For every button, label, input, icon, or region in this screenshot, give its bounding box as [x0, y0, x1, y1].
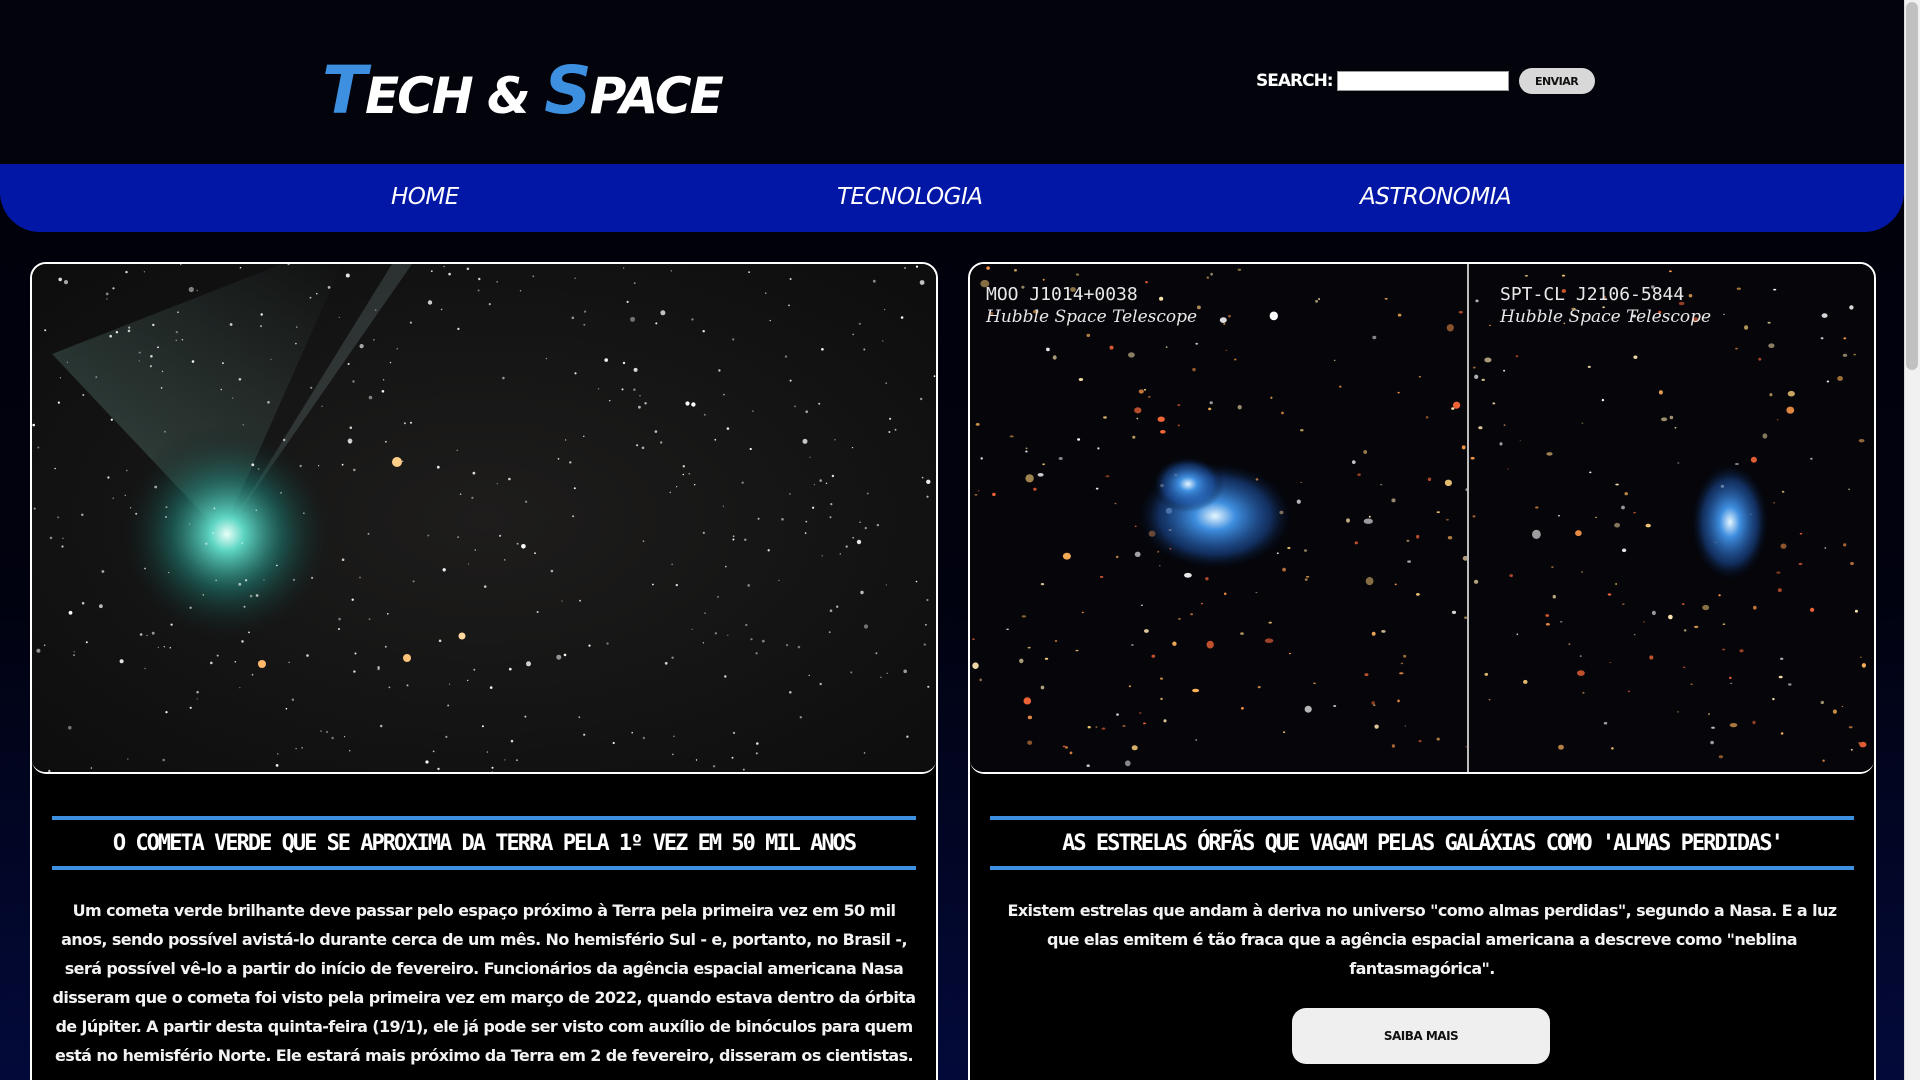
article-title[interactable]: O COMETA VERDE QUE SE APROXIMA DA TERRA …: [113, 831, 857, 856]
article-card-orphan-stars: MOO J1014+0038 Hubble Space Telescope SP…: [968, 262, 1876, 1080]
panel-cluster-name: MOO J1014+0038: [986, 284, 1138, 305]
nav-item-home[interactable]: HOME: [391, 184, 459, 210]
panel-label-left: MOO J1014+0038 Hubble Space Telescope: [986, 284, 1197, 328]
site-header: TECH & SPACE SEARCH: ENVIAR: [0, 0, 1904, 164]
logo-initial-s: S: [544, 52, 592, 129]
panel-telescope-name: Hubble Space Telescope: [986, 307, 1198, 327]
saiba-mais-button[interactable]: SAIBA MAIS: [1292, 1008, 1550, 1064]
site-logo[interactable]: TECH & SPACE: [322, 52, 724, 129]
panel-telescope-name: Hubble Space Telescope: [1500, 307, 1712, 327]
main-nav: HOME TECNOLOGIA ASTRONOMIA: [0, 164, 1904, 232]
article-card-comet: O COMETA VERDE QUE SE APROXIMA DA TERRA …: [30, 262, 938, 1080]
article-body: Um cometa verde brilhante deve passar pe…: [52, 901, 917, 1065]
scrollbar-thumb[interactable]: [1906, 2, 1918, 370]
article-body: Existem estrelas que andam à deriva no u…: [1007, 901, 1838, 978]
search-label: SEARCH:: [1256, 71, 1334, 91]
logo-initial-t: T: [322, 52, 367, 129]
page-scrollbar[interactable]: [1904, 0, 1920, 1080]
search-input[interactable]: [1336, 71, 1509, 91]
comet-image[interactable]: [32, 264, 936, 774]
search-form: SEARCH: ENVIAR: [1256, 68, 1595, 94]
article-title-bar: AS ESTRELAS ÓRFÃS QUE VAGAM PELAS GALÁXI…: [990, 816, 1854, 870]
article-title-bar: O COMETA VERDE QUE SE APROXIMA DA TERRA …: [52, 816, 916, 870]
article-title[interactable]: AS ESTRELAS ÓRFÃS QUE VAGAM PELAS GALÁXI…: [1062, 831, 1784, 856]
nav-item-tecnologia[interactable]: TECNOLOGIA: [837, 184, 983, 210]
logo-text-space: PACE: [589, 67, 724, 125]
nav-item-astronomia[interactable]: ASTRONOMIA: [1360, 184, 1512, 210]
logo-text-tech: ECH &: [365, 67, 545, 125]
enviar-button[interactable]: ENVIAR: [1518, 68, 1595, 94]
panel-label-right: SPT-CL J2106-5844 Hubble Space Telescope: [1500, 284, 1711, 328]
galaxy-clusters-image[interactable]: MOO J1014+0038 Hubble Space Telescope SP…: [970, 264, 1874, 774]
panel-cluster-name: SPT-CL J2106-5844: [1500, 284, 1685, 305]
